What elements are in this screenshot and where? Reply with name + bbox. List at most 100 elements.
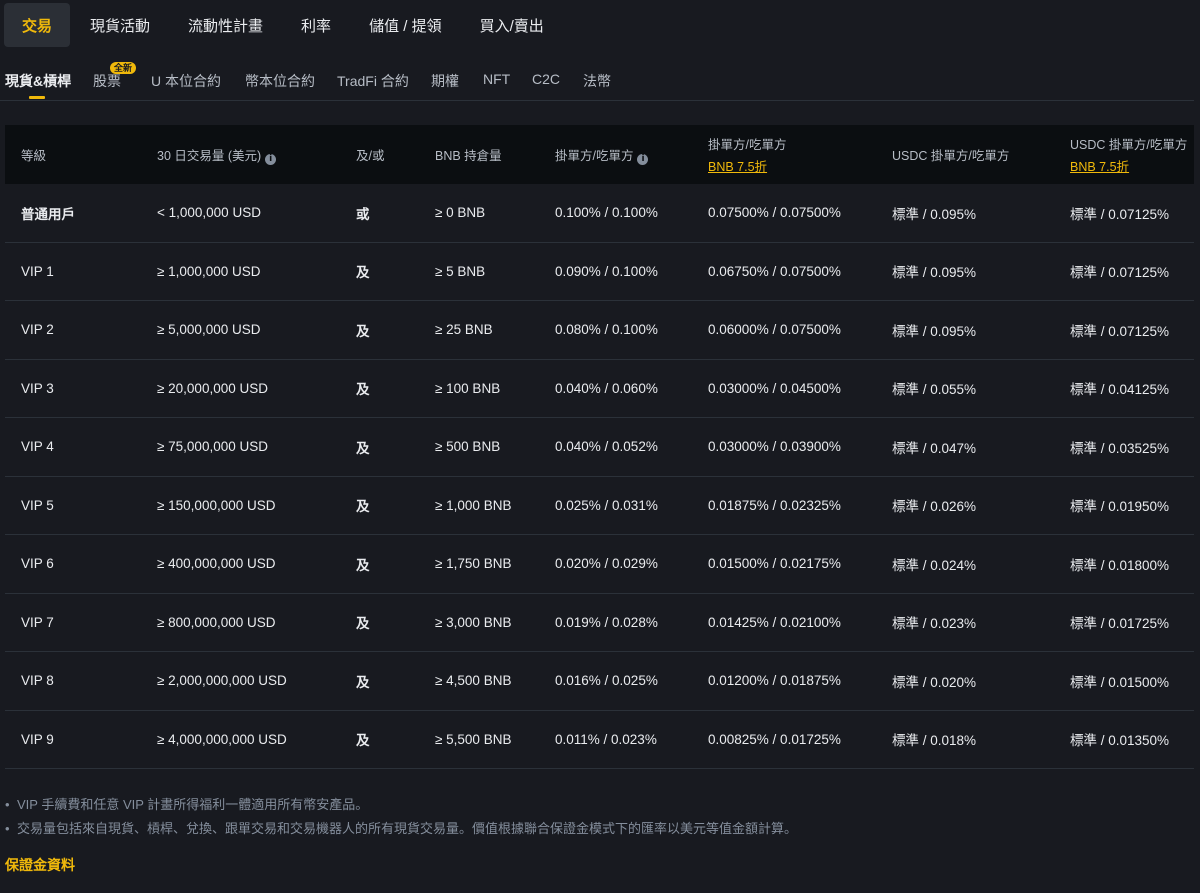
header-and-or: 及/或: [356, 149, 385, 163]
cell-maker-taker-bnb: 0.06000% / 0.07500%: [708, 322, 841, 338]
cell-usdc: 標準 / 0.024%: [892, 557, 977, 573]
cell-maker-taker: 0.025% / 0.031%: [555, 497, 658, 513]
cell-maker-taker: 0.020% / 0.029%: [555, 556, 658, 572]
cell-bnb: ≥ 5 BNB: [435, 263, 486, 279]
bnb-discount-link[interactable]: BNB 7.5折: [1070, 156, 1187, 175]
active-subtab-indicator: [29, 96, 45, 99]
cell-bnb: ≥ 3,000 BNB: [435, 614, 512, 630]
cell-usdc: 標準 / 0.055%: [892, 382, 977, 398]
tab-deposit-withdraw[interactable]: 儲值 / 提領: [351, 3, 460, 47]
subtab-usdm-futures[interactable]: U 本位合約: [151, 71, 221, 91]
table-row: VIP 9 ≥ 4,000,000,000 USD 及 ≥ 5,500 BNB …: [5, 711, 1194, 769]
cell-usdc-bnb: 標準 / 0.03525%: [1070, 440, 1170, 456]
subtab-nft[interactable]: NFT: [483, 71, 510, 87]
cell-level: 普通用戶: [21, 206, 75, 222]
cell-and-or: 及: [356, 616, 370, 632]
notes: • VIP 手續費和任意 VIP 計畫所得福利一體適用所有幣安產品。 • 交易量包括…: [5, 795, 797, 843]
header-volume: 30 日交易量 (美元) i: [157, 125, 277, 184]
subtab-tradfi-futures[interactable]: TradFi 合約: [337, 71, 409, 91]
cell-usdc: 標準 / 0.018%: [892, 733, 977, 749]
subtab-coinm-futures[interactable]: 幣本位合約: [245, 71, 315, 91]
cell-usdc: 標準 / 0.095%: [892, 206, 977, 222]
subtab-fiat[interactable]: 法幣: [583, 71, 611, 91]
tab-liquidity-program[interactable]: 流動性計畫: [170, 3, 281, 47]
cell-maker-taker: 0.016% / 0.025%: [555, 673, 658, 689]
tab-interest-rate[interactable]: 利率: [283, 3, 349, 47]
cell-maker-taker: 0.090% / 0.100%: [555, 263, 658, 279]
cell-volume: < 1,000,000 USD: [157, 205, 261, 221]
header-level: 等級: [21, 149, 47, 163]
cell-usdc-bnb: 標準 / 0.07125%: [1070, 206, 1170, 222]
cell-bnb: ≥ 500 BNB: [435, 439, 501, 455]
cell-volume: ≥ 4,000,000,000 USD: [157, 731, 287, 747]
cell-and-or: 及: [356, 323, 370, 339]
cell-level: VIP 9: [21, 731, 54, 747]
margin-data-link[interactable]: 保證金資料: [5, 855, 75, 875]
header-usdc-maker-taker-bnb: USDC 掛單方/吃單方 BNB 7.5折: [1070, 138, 1188, 175]
cell-volume: ≥ 800,000,000 USD: [157, 614, 276, 630]
cell-usdc-bnb: 標準 / 0.01800%: [1070, 557, 1170, 573]
info-icon[interactable]: i: [265, 153, 277, 165]
cell-maker-taker-bnb: 0.01200% / 0.01875%: [708, 673, 841, 689]
cell-level: VIP 8: [21, 673, 54, 689]
cell-and-or: 及: [356, 499, 370, 515]
table-row: VIP 5 ≥ 150,000,000 USD 及 ≥ 1,000 BNB 0.…: [5, 477, 1194, 535]
subtab-options[interactable]: 期權: [431, 71, 459, 91]
cell-maker-taker: 0.011% / 0.023%: [555, 731, 657, 747]
cell-maker-taker-bnb: 0.01875% / 0.02325%: [708, 497, 841, 513]
cell-maker-taker: 0.100% / 0.100%: [555, 205, 658, 221]
info-icon[interactable]: i: [637, 153, 649, 165]
cell-bnb: ≥ 5,500 BNB: [435, 731, 512, 747]
tab-buy-sell[interactable]: 買入/賣出: [462, 3, 562, 47]
cell-bnb: ≥ 1,000 BNB: [435, 497, 512, 513]
cell-and-or: 或: [356, 206, 370, 222]
table-row: VIP 3 ≥ 20,000,000 USD 及 ≥ 100 BNB 0.040…: [5, 360, 1194, 418]
cell-usdc: 標準 / 0.020%: [892, 674, 977, 690]
cell-and-or: 及: [356, 265, 370, 281]
cell-maker-taker: 0.040% / 0.060%: [555, 380, 658, 396]
subtab-stocks[interactable]: 股票: [93, 71, 121, 91]
cell-maker-taker: 0.019% / 0.028%: [555, 614, 658, 630]
table-row: VIP 4 ≥ 75,000,000 USD 及 ≥ 500 BNB 0.040…: [5, 418, 1194, 477]
cell-level: VIP 6: [21, 556, 54, 572]
subtab-spot-margin[interactable]: 現貨&槓桿: [5, 71, 71, 91]
cell-volume: ≥ 400,000,000 USD: [157, 556, 276, 572]
cell-maker-taker: 0.040% / 0.052%: [555, 439, 658, 455]
cell-level: VIP 3: [21, 380, 54, 396]
bullet-icon: •: [5, 821, 10, 836]
cell-and-or: 及: [356, 733, 370, 749]
cell-level: VIP 5: [21, 497, 54, 513]
note-text: 交易量包括來自現貨、槓桿、兌換、跟單交易和交易機器人的所有現貨交易量。價值根據聯…: [17, 821, 798, 836]
cell-usdc: 標準 / 0.095%: [892, 323, 977, 339]
cell-and-or: 及: [356, 674, 370, 690]
cell-usdc-bnb: 標準 / 0.01350%: [1070, 733, 1170, 749]
cell-volume: ≥ 5,000,000 USD: [157, 322, 261, 338]
cell-usdc: 標準 / 0.023%: [892, 616, 977, 632]
note-text: VIP 手續費和任意 VIP 計畫所得福利一體適用所有幣安產品。: [17, 797, 369, 812]
table-header: 等級 30 日交易量 (美元) i 及/或 BNB 持倉量 掛單方/吃單方 i 掛單…: [5, 125, 1194, 184]
cell-bnb: ≥ 0 BNB: [435, 205, 486, 221]
header-maker-taker: 掛單方/吃單方 i: [555, 125, 649, 184]
cell-level: VIP 1: [21, 263, 54, 279]
cell-bnb: ≥ 4,500 BNB: [435, 673, 512, 689]
cell-level: VIP 4: [21, 439, 54, 455]
table-row: VIP 6 ≥ 400,000,000 USD 及 ≥ 1,750 BNB 0.…: [5, 535, 1194, 594]
tab-spot-events[interactable]: 現貨活動: [72, 3, 168, 47]
cell-and-or: 及: [356, 382, 370, 398]
bnb-discount-link[interactable]: BNB 7.5折: [708, 156, 786, 175]
cell-maker-taker: 0.080% / 0.100%: [555, 322, 658, 338]
subtab-c2c[interactable]: C2C: [532, 71, 560, 87]
note-item: • 交易量包括來自現貨、槓桿、兌換、跟單交易和交易機器人的所有現貨交易量。價值根據…: [5, 819, 797, 843]
cell-usdc-bnb: 標準 / 0.04125%: [1070, 382, 1170, 398]
cell-volume: ≥ 75,000,000 USD: [157, 439, 268, 455]
cell-level: VIP 7: [21, 614, 54, 630]
cell-volume: ≥ 150,000,000 USD: [157, 497, 276, 513]
cell-usdc: 標準 / 0.095%: [892, 265, 977, 281]
cell-usdc-bnb: 標準 / 0.07125%: [1070, 265, 1170, 281]
table-row: VIP 8 ≥ 2,000,000,000 USD 及 ≥ 4,500 BNB …: [5, 652, 1194, 711]
fee-table: 等級 30 日交易量 (美元) i 及/或 BNB 持倉量 掛單方/吃單方 i 掛單…: [5, 125, 1194, 769]
cell-and-or: 及: [356, 557, 370, 573]
top-tabs: 交易 現貨活動 流動性計畫 利率 儲值 / 提領 買入/賣出: [4, 3, 564, 47]
cell-maker-taker-bnb: 0.06750% / 0.07500%: [708, 263, 841, 279]
tab-trading[interactable]: 交易: [4, 3, 71, 47]
